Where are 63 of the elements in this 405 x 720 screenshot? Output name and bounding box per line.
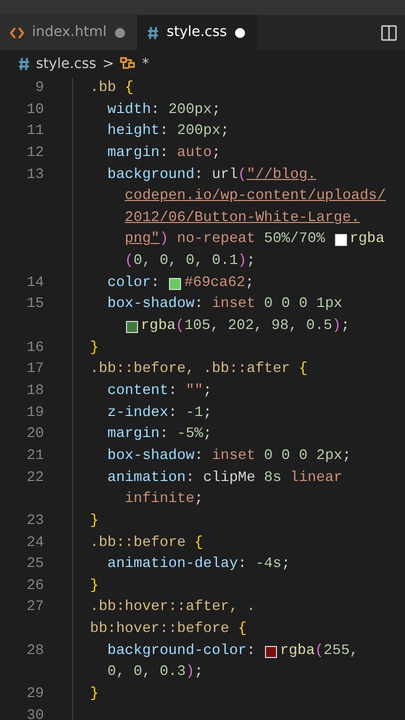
hash-icon xyxy=(146,26,159,40)
line-number: 22 xyxy=(26,470,44,486)
code-text: } xyxy=(90,512,99,531)
code-text: rgba(105, 202, 98, 0.5); xyxy=(140,317,350,336)
code-text: #69ca62; xyxy=(184,274,254,293)
code-text: z-index: -1; xyxy=(107,404,212,423)
line-number: 15 xyxy=(26,296,44,312)
code-text: box-shadow: inset 0 0 0 2px; xyxy=(107,446,352,466)
code-text: .bb::before { xyxy=(90,534,204,553)
code-text: infinite; xyxy=(124,490,204,510)
code-text: width: 200px; xyxy=(107,100,221,120)
code-text: margin: -5%; xyxy=(107,425,212,444)
code-text: } xyxy=(90,685,99,704)
line-number: 17 xyxy=(26,361,44,378)
editor-tab[interactable]: index.html xyxy=(0,15,137,50)
line-number: 16 xyxy=(26,340,44,356)
line-number: 26 xyxy=(26,578,44,594)
code-text: background-color: xyxy=(107,642,256,661)
line-number: 14 xyxy=(26,274,44,291)
line-number: 30 xyxy=(26,708,44,720)
code-text: png") no-repeat 50%/70% xyxy=(124,230,326,250)
code-text: background: url("//blog. xyxy=(107,166,316,185)
line-number: 28 xyxy=(26,642,44,659)
breadcrumb-item[interactable]: * xyxy=(142,54,150,74)
code-text: color: xyxy=(107,274,161,293)
code-icon xyxy=(10,26,24,38)
hash-icon xyxy=(18,57,30,71)
line-number: 10 xyxy=(26,102,44,118)
code-text: bb:hover::before { xyxy=(90,620,247,640)
code-text: animation: clipMe 8s linear xyxy=(107,468,342,488)
line-number: 19 xyxy=(26,404,44,421)
code-text: .bb::before, .bb::after { xyxy=(90,360,308,380)
line-number: 24 xyxy=(26,534,44,551)
code-text: codepen.io/wp-content/uploads/ xyxy=(124,187,386,206)
code-text: (0, 0, 0, 0.1); xyxy=(124,252,256,272)
code-text: content: ""; xyxy=(107,382,212,402)
line-number: 20 xyxy=(26,426,44,442)
line-number: 13 xyxy=(26,166,44,183)
code-text: rgba(255, xyxy=(280,642,358,661)
code-text: } xyxy=(90,338,99,358)
code-text: rgba xyxy=(350,230,384,250)
line-number: 25 xyxy=(26,556,44,572)
breadcrumb-separator: > xyxy=(102,54,114,74)
code-text: } xyxy=(90,576,99,596)
line-number: 18 xyxy=(26,383,44,400)
line-number: 12 xyxy=(26,144,44,161)
line-number: 21 xyxy=(26,448,44,464)
line-number: 11 xyxy=(26,123,44,140)
breadcrumb-item[interactable]: style.css xyxy=(36,54,96,74)
line-number: 9 xyxy=(35,80,44,96)
code-text: .bb { xyxy=(90,79,134,98)
code-text: .bb:hover::after, . xyxy=(90,598,256,618)
code-text: height: 200px; xyxy=(107,122,230,142)
code-text: animation-delay: -4s; xyxy=(107,555,290,574)
line-number: 29 xyxy=(26,686,44,702)
code-text: 2012/06/Button-White-Large. xyxy=(124,208,360,228)
code-text: margin: auto; xyxy=(107,144,221,163)
code-text: 0, 0, 0.3); xyxy=(107,663,204,682)
symbol-icon xyxy=(120,57,136,71)
line-number: 23 xyxy=(26,512,44,529)
line-number: 27 xyxy=(26,599,44,616)
editor-tab[interactable]: style.css xyxy=(136,15,257,50)
code-text: box-shadow: inset 0 0 0 1px xyxy=(107,295,342,314)
